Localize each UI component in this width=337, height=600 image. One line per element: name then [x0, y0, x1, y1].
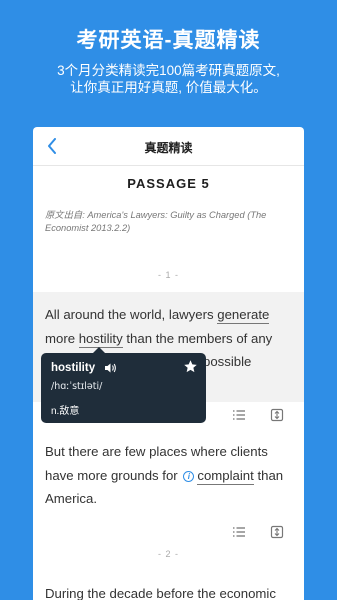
popup-arrow [93, 347, 105, 353]
para1-line1: All around the world, lawyers generate [45, 307, 270, 324]
expand-icon[interactable] [270, 525, 284, 539]
popup-word: hostility [51, 362, 96, 374]
popup-definition: n.敌意 [51, 406, 80, 417]
promo-subtitle-line2: 让你真正用好真题, 价值最大化。 [70, 80, 267, 95]
para2-line1: But there are few places where clients [45, 444, 268, 459]
vocab-word-generate[interactable]: generate [217, 307, 270, 324]
section-number-2: - 2 - [157, 549, 179, 559]
passage-source: 原文出自: America's Lawyers: Guilty as Charg… [45, 210, 267, 233]
speaker-icon[interactable] [104, 362, 117, 374]
paragraph-1-tools [232, 408, 284, 422]
info-icon[interactable]: i [183, 470, 195, 482]
paragraph-2-tools [232, 525, 284, 539]
promo-subtitle: 3个月分类精读完100篇考研真题原文, 让你真正用好真题, 价值最大化。 [0, 62, 337, 96]
list-icon[interactable] [232, 408, 246, 422]
expand-icon[interactable] [270, 408, 284, 422]
paragraph-3[interactable]: During the decade before the economic [45, 582, 296, 600]
app-screen: 真题精读 PASSAGE 5 原文出自: America's Lawyers: … [33, 127, 304, 600]
vocab-word-complaint[interactable]: complaint [197, 467, 254, 485]
star-icon[interactable] [183, 359, 198, 374]
paragraph-2[interactable]: But there are few places where clients h… [45, 440, 296, 511]
para1-line2: more hostility than the members of any [45, 330, 273, 348]
word-popup[interactable]: hostility /hɑːˈstɪləti/ n.敌意 [41, 347, 206, 423]
section-number-1: - 1 - [157, 270, 179, 280]
navbar: 真题精读 [33, 127, 304, 166]
list-icon[interactable] [232, 525, 246, 539]
para3-line1: During the decade before the economic [45, 586, 276, 600]
popup-phonetic: /hɑːˈstɪləti/ [51, 381, 103, 392]
vocab-word-hostility[interactable]: hostility [78, 330, 123, 348]
para2-line3: America. [45, 491, 98, 506]
nav-title: 真题精读 [144, 141, 193, 155]
passage-title: PASSAGE 5 [127, 176, 210, 191]
promo-title: 考研英语-真题精读 [76, 29, 261, 52]
para2-line2: have more grounds for i complaint than [45, 467, 284, 485]
promo-subtitle-line1: 3个月分类精读完100篇考研真题原文, [57, 63, 280, 78]
